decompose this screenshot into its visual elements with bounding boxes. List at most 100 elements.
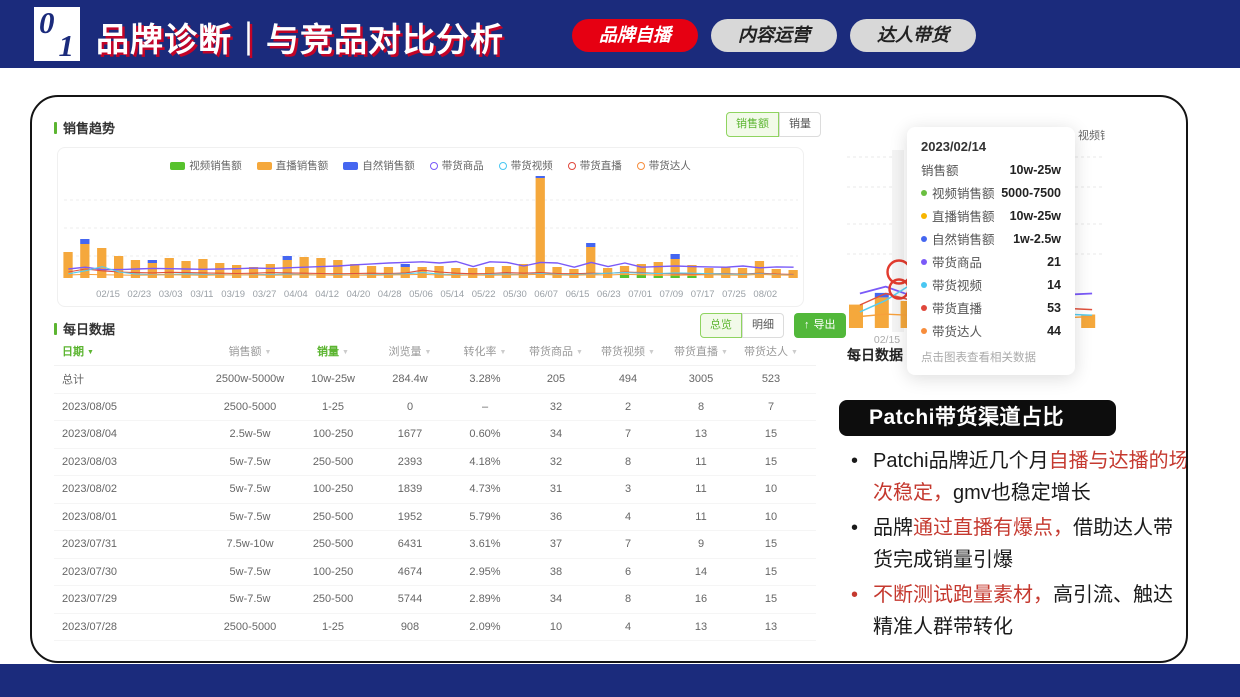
bottom-bar: [0, 664, 1240, 697]
table-cell: 2.95%: [450, 566, 520, 578]
view-toggle-button[interactable]: 明细: [742, 313, 784, 338]
svg-text:04/12: 04/12: [315, 289, 339, 300]
table-cell: 32: [520, 456, 592, 468]
table-cell: 2023/08/04: [54, 428, 204, 440]
svg-text:03/03: 03/03: [159, 289, 183, 300]
sort-caret-icon: ▼: [500, 349, 507, 356]
column-header[interactable]: 日期▼: [54, 343, 204, 359]
table-cell: 15: [738, 456, 804, 468]
metric-toggle-button[interactable]: 销量: [779, 112, 821, 137]
table-cell: 2500-5000: [204, 621, 296, 633]
svg-text:02/23: 02/23: [127, 289, 151, 300]
view-toggle-button[interactable]: 总览: [700, 313, 742, 338]
table-cell: 15: [738, 428, 804, 440]
column-header[interactable]: 浏览量▼: [370, 343, 450, 359]
patchi-section-header: Patchi带货渠道占比: [839, 400, 1116, 436]
table-cell: 523: [738, 373, 804, 385]
svg-text:05/06: 05/06: [409, 289, 433, 300]
insight-bullet: Patchi品牌近几个月自播与达播的场次稳定，gmv也稳定增长: [845, 445, 1188, 509]
export-button[interactable]: ↑ 导出: [794, 313, 846, 338]
column-header[interactable]: 销量▼: [296, 343, 370, 359]
svg-text:03/27: 03/27: [253, 289, 277, 300]
header-tab[interactable]: 达人带货: [850, 19, 976, 52]
sort-caret-icon: ▼: [791, 349, 798, 356]
table-cell: 4.73%: [450, 483, 520, 495]
table-cell: 14: [664, 566, 738, 578]
section-number-1: 1: [59, 30, 75, 61]
table-cell: 1839: [370, 483, 450, 495]
table-row[interactable]: 2023/08/025w-7.5w100-25018394.73%3131110: [54, 476, 816, 504]
table-cell: 250-500: [296, 593, 370, 605]
table-cell: 205: [520, 373, 592, 385]
sort-caret-icon: ▼: [425, 349, 432, 356]
svg-text:05/22: 05/22: [472, 289, 496, 300]
legend-item: 视频销售额: [170, 158, 242, 173]
column-header[interactable]: 带货商品▼: [520, 343, 592, 359]
table-cell: 总计: [54, 371, 204, 387]
column-header[interactable]: 带货视频▼: [592, 343, 664, 359]
svg-text:04/20: 04/20: [347, 289, 371, 300]
legend-swatch-icon: [430, 162, 438, 170]
tooltip-row: 带货直播53: [921, 296, 1061, 319]
table-cell: 100-250: [296, 483, 370, 495]
table-cell: 5w-7.5w: [204, 456, 296, 468]
legend-item: 带货直播: [568, 158, 622, 173]
column-header[interactable]: 转化率▼: [450, 343, 520, 359]
table-cell: 5w-7.5w: [204, 593, 296, 605]
accent-bar: [54, 122, 57, 134]
table-row[interactable]: 总计2500w-5000w10w-25w284.4w3.28%205494300…: [54, 366, 816, 394]
patchi-section-title: Patchi带货渠道占比: [869, 406, 1064, 429]
table-cell: 250-500: [296, 538, 370, 550]
header-tab[interactable]: 品牌自播: [572, 19, 698, 52]
table-cell: 10w-25w: [296, 373, 370, 385]
legend-swatch-icon: [343, 162, 358, 170]
daily-data-section-title: 每日数据: [54, 319, 115, 338]
table-cell: 2393: [370, 456, 450, 468]
table-row[interactable]: 2023/07/282500-50001-259082.09%1041313: [54, 614, 816, 642]
table-cell: 13: [738, 621, 804, 633]
table-cell: 3.28%: [450, 373, 520, 385]
table-cell: 5w-7.5w: [204, 483, 296, 495]
table-cell: 0: [370, 401, 450, 413]
header-tab[interactable]: 内容运营: [711, 19, 837, 52]
column-header[interactable]: 带货直播▼: [664, 343, 738, 359]
table-row[interactable]: 2023/08/042.5w-5w100-25016770.60%3471315: [54, 421, 816, 449]
header-tabs: 品牌自播内容运营达人带货: [572, 19, 976, 52]
table-cell: 2.5w-5w: [204, 428, 296, 440]
tooltip-footer: 点击图表查看相关数据: [921, 349, 1061, 365]
page-title: 品牌诊断｜与竞品对比分析: [96, 13, 504, 61]
tooltip-row: 直播销售额10w-25w: [921, 204, 1061, 227]
table-cell: 8: [592, 456, 664, 468]
table-cell: 5w-7.5w: [204, 566, 296, 578]
table-cell: 2.89%: [450, 593, 520, 605]
table-cell: 1-25: [296, 621, 370, 633]
table-cell: 2023/08/05: [54, 401, 204, 413]
sort-caret-icon: ▼: [576, 349, 583, 356]
table-row[interactable]: 2023/07/295w-7.5w250-50057442.89%3481615: [54, 586, 816, 614]
table-cell: 34: [520, 428, 592, 440]
table-row[interactable]: 2023/08/015w-7.5w250-50019525.79%3641110: [54, 504, 816, 532]
table-cell: 250-500: [296, 511, 370, 523]
table-cell: 4: [592, 511, 664, 523]
table-cell: 16: [664, 593, 738, 605]
svg-text:04/28: 04/28: [378, 289, 402, 300]
table-cell: 7: [592, 538, 664, 550]
table-cell: 5w-7.5w: [204, 511, 296, 523]
column-header[interactable]: 销售额▼: [204, 343, 296, 359]
table-cell: 6431: [370, 538, 450, 550]
dashboard-card: 销售趋势 销售额销量 视频销售额直播销售额自然销售额带货商品带货视频带货直播带货…: [30, 95, 1188, 663]
table-cell: 7.5w-10w: [204, 538, 296, 550]
metric-toggle-button[interactable]: 销售额: [726, 112, 779, 137]
table-row[interactable]: 2023/08/052500-50001-250–32287: [54, 394, 816, 422]
table-cell: 13: [664, 428, 738, 440]
table-row[interactable]: 2023/07/305w-7.5w100-25046742.95%3861415: [54, 559, 816, 587]
series-dot-icon: [921, 328, 927, 334]
column-header[interactable]: 带货达人▼: [738, 343, 804, 359]
table-row[interactable]: 2023/07/317.5w-10w250-50064313.61%377915: [54, 531, 816, 559]
table-row[interactable]: 2023/08/035w-7.5w250-50023934.18%3281115: [54, 449, 816, 477]
chart-tooltip: 2023/02/14 销售额10w-25w视频销售额5000-7500直播销售额…: [907, 127, 1075, 375]
table-cell: 7: [592, 428, 664, 440]
sales-trend-chart[interactable]: 02/1502/2303/0303/1103/1903/2704/0404/12…: [60, 176, 802, 304]
table-cell: 36: [520, 511, 592, 523]
daily-data-label: 每日数据: [63, 319, 115, 338]
